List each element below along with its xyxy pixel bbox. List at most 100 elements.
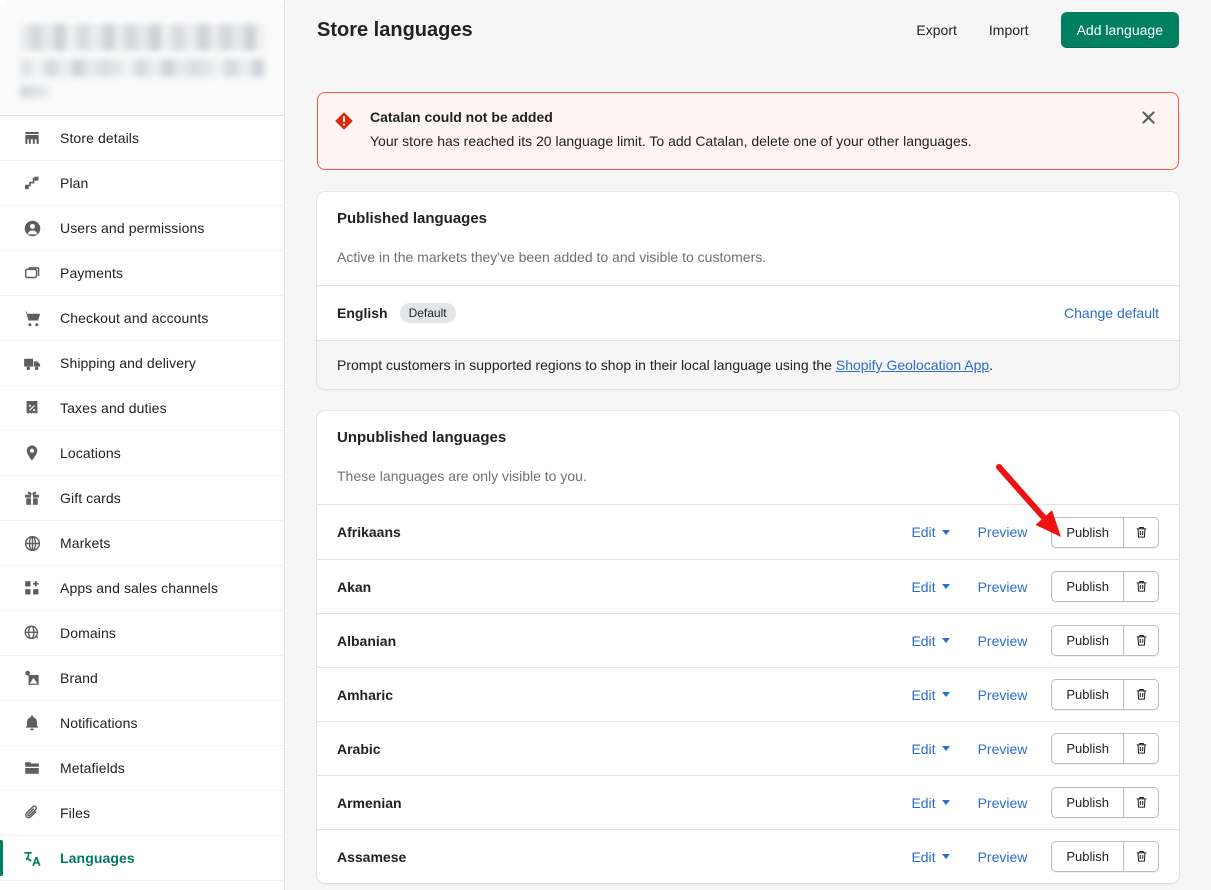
sidebar-nav: Store details Plan Users and permissions Pa…	[0, 116, 284, 881]
sidebar-item-label: Users and permissions	[60, 220, 205, 236]
edit-label: Edit	[911, 741, 935, 757]
sidebar-item-domains[interactable]: Domains	[0, 611, 284, 656]
bell-icon	[22, 713, 42, 733]
edit-dropdown-2[interactable]: Edit	[911, 633, 949, 649]
row-button-group: Publish	[1051, 841, 1159, 872]
add-language-button[interactable]: Add language	[1061, 12, 1179, 48]
delete-button-albanian[interactable]	[1123, 625, 1159, 656]
sidebar-item-label: Taxes and duties	[60, 400, 167, 416]
published-languages-card: Published languages Active in the market…	[317, 192, 1179, 389]
sidebar-item-taxes-and-duties[interactable]: Taxes and duties	[0, 386, 284, 431]
sidebar-item-label: Languages	[60, 850, 135, 866]
status-badge: Default	[400, 303, 456, 323]
sidebar-item-brand[interactable]: Brand	[0, 656, 284, 701]
edit-label: Edit	[911, 849, 935, 865]
preview-link-2[interactable]: Preview	[978, 633, 1028, 649]
sidebar-item-label: Metafields	[60, 760, 125, 776]
chevron-down-icon	[942, 854, 950, 859]
unpublished-language-row: Assamese Edit Preview Publish	[317, 829, 1179, 883]
sidebar-item-checkout-and-accounts[interactable]: Checkout and accounts	[0, 296, 284, 341]
chevron-down-icon	[942, 692, 950, 697]
import-button[interactable]: Import	[989, 22, 1029, 38]
delete-button-afrikaans[interactable]	[1123, 517, 1159, 548]
close-icon[interactable]	[1142, 111, 1162, 127]
publish-button-afrikaans[interactable]: Publish	[1051, 517, 1123, 548]
alert-diamond-icon	[334, 111, 354, 136]
edit-dropdown-5[interactable]: Edit	[911, 795, 949, 811]
delete-button-akan[interactable]	[1123, 571, 1159, 602]
receipt-percent-icon	[22, 398, 42, 418]
cart-icon	[22, 308, 42, 328]
sidebar-item-apps-and-sales-channels[interactable]: Apps and sales channels	[0, 566, 284, 611]
sidebar-item-locations[interactable]: Locations	[0, 431, 284, 476]
edit-dropdown-6[interactable]: Edit	[911, 849, 949, 865]
shopify-geolocation-app-link[interactable]: Shopify Geolocation App	[836, 357, 989, 373]
delete-button-assamese[interactable]	[1123, 841, 1159, 872]
preview-link-3[interactable]: Preview	[978, 687, 1028, 703]
published-rows: English Default Change default	[317, 286, 1179, 340]
edit-dropdown-1[interactable]: Edit	[911, 579, 949, 595]
language-name: English	[337, 305, 388, 321]
row-button-group: Publish	[1051, 787, 1159, 818]
sidebar-item-label: Gift cards	[60, 490, 121, 506]
redacted-store-detail-2	[20, 85, 50, 98]
language-name: Armenian	[337, 795, 402, 811]
delete-button-amharic[interactable]	[1123, 679, 1159, 710]
export-button[interactable]: Export	[916, 22, 956, 38]
footer-text-before: Prompt customers in supported regions to…	[337, 357, 836, 373]
sidebar-item-markets[interactable]: Markets	[0, 521, 284, 566]
chevron-down-icon	[942, 584, 950, 589]
sidebar-item-payments[interactable]: Payments	[0, 251, 284, 296]
paperclip-icon	[22, 803, 42, 823]
language-name: Amharic	[337, 687, 393, 703]
preview-link-1[interactable]: Preview	[978, 579, 1028, 595]
metafields-icon	[22, 758, 42, 778]
publish-button-armenian[interactable]: Publish	[1051, 787, 1123, 818]
sidebar-item-gift-cards[interactable]: Gift cards	[0, 476, 284, 521]
sidebar-item-plan[interactable]: Plan	[0, 161, 284, 206]
sidebar-item-users-and-permissions[interactable]: Users and permissions	[0, 206, 284, 251]
page-title: Store languages	[317, 19, 473, 42]
chevron-down-icon	[942, 800, 950, 805]
edit-dropdown-3[interactable]: Edit	[911, 687, 949, 703]
sidebar-item-metafields[interactable]: Metafields	[0, 746, 284, 791]
edit-dropdown-4[interactable]: Edit	[911, 741, 949, 757]
row-button-group: Publish	[1051, 733, 1159, 764]
sidebar-item-files[interactable]: Files	[0, 791, 284, 836]
preview-link-6[interactable]: Preview	[978, 849, 1028, 865]
edit-dropdown-0[interactable]: Edit	[911, 524, 949, 540]
preview-link-5[interactable]: Preview	[978, 795, 1028, 811]
edit-label: Edit	[911, 795, 935, 811]
language-name: Assamese	[337, 849, 406, 865]
user-icon	[22, 218, 42, 238]
sidebar-item-label: Markets	[60, 535, 111, 551]
globe-target-icon	[22, 533, 42, 553]
map-pin-icon	[22, 443, 42, 463]
publish-button-amharic[interactable]: Publish	[1051, 679, 1123, 710]
footer-text-after: .	[989, 357, 993, 373]
publish-button-arabic[interactable]: Publish	[1051, 733, 1123, 764]
preview-link-0[interactable]: Preview	[978, 524, 1028, 540]
delete-button-armenian[interactable]	[1123, 787, 1159, 818]
chevron-down-icon	[942, 530, 950, 535]
sidebar-item-label: Files	[60, 805, 90, 821]
delete-button-arabic[interactable]	[1123, 733, 1159, 764]
unpublished-language-row: AfrikaansEditPreviewPublish	[317, 505, 1179, 559]
publish-button-akan[interactable]: Publish	[1051, 571, 1123, 602]
unpublished-language-row: Armenian Edit Preview Publish	[317, 775, 1179, 829]
preview-link-4[interactable]: Preview	[978, 741, 1028, 757]
change-default-link[interactable]: Change default	[1064, 305, 1159, 321]
store-profile-redacted	[0, 0, 284, 116]
row-button-group: Publish	[1051, 571, 1159, 602]
sidebar-item-languages[interactable]: Languages	[0, 836, 284, 881]
unpublished-subtitle: These languages are only visible to you.	[317, 446, 1179, 504]
publish-button-assamese[interactable]: Publish	[1051, 841, 1123, 872]
store-icon	[22, 128, 42, 148]
sidebar-item-shipping-and-delivery[interactable]: Shipping and delivery	[0, 341, 284, 386]
publish-button-albanian[interactable]: Publish	[1051, 625, 1123, 656]
sidebar-item-label: Plan	[60, 175, 88, 191]
sidebar-item-notifications[interactable]: Notifications	[0, 701, 284, 746]
sidebar-item-store-details[interactable]: Store details	[0, 116, 284, 161]
truck-icon	[22, 353, 42, 373]
edit-label: Edit	[911, 687, 935, 703]
